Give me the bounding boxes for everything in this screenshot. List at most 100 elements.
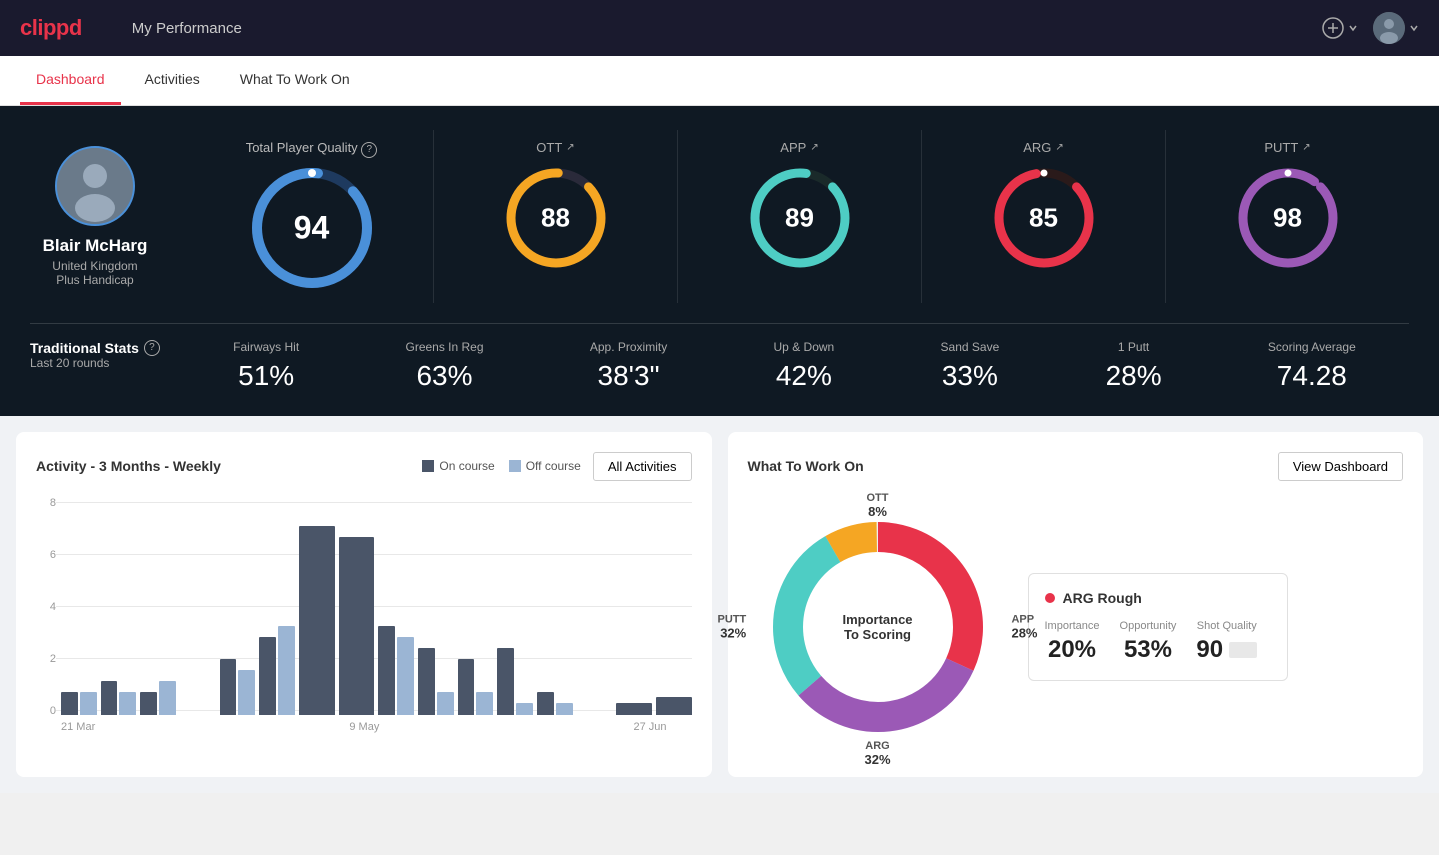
what-panel-title: What To Work On <box>748 458 864 474</box>
total-quality-gauge: 94 <box>247 163 377 293</box>
what-panel-header: What To Work On View Dashboard <box>748 452 1404 481</box>
detail-opportunity: Opportunity 53% <box>1120 620 1177 664</box>
scorecards: Total Player Quality ? 94 OTT ↗ <box>190 130 1409 303</box>
bar-on-course <box>497 648 514 715</box>
nav-tabs: Dashboard Activities What To Work On <box>0 56 1439 106</box>
player-info: Blair McHarg United Kingdom Plus Handica… <box>30 146 160 287</box>
arg-gauge: 85 <box>989 163 1099 273</box>
bar-off-course <box>238 670 255 714</box>
bar-off-course <box>80 692 97 714</box>
y-label-8: 8 <box>36 497 56 509</box>
ott-label: OTT ↗ <box>536 140 574 155</box>
scorecard-putt: PUTT ↗ 98 <box>1165 130 1409 303</box>
trad-label: Traditional Stats ? Last 20 rounds <box>30 340 160 370</box>
bar-on-course <box>418 648 435 715</box>
stat-1-putt: 1 Putt 28% <box>1106 340 1162 392</box>
bar-group-13 <box>577 713 613 715</box>
bar-group-6 <box>299 526 335 715</box>
y-label-6: 6 <box>36 549 56 561</box>
stat-label-3: Up & Down <box>774 340 835 354</box>
stat-value-0: 51% <box>238 360 294 392</box>
trend-up-icon-app: ↗ <box>810 142 818 153</box>
scorecard-arg: ARG ↗ 85 <box>921 130 1165 303</box>
trad-info-icon[interactable]: ? <box>144 340 160 356</box>
view-dashboard-button[interactable]: View Dashboard <box>1278 452 1403 481</box>
bar-off-course <box>556 703 573 714</box>
legend-off-course: Off course <box>509 459 581 473</box>
detail-shot-quality: Shot Quality 90 <box>1196 620 1257 664</box>
detail-shot-quality-label: Shot Quality <box>1197 620 1257 632</box>
bar-on-course <box>61 692 78 714</box>
app-label: APP ↗ <box>780 140 818 155</box>
donut-center-line1: Importance <box>842 612 912 627</box>
header-title: My Performance <box>132 20 242 37</box>
detail-importance: Importance 20% <box>1045 620 1100 664</box>
stat-label-0: Fairways Hit <box>233 340 299 354</box>
avatar <box>1373 12 1405 44</box>
bar-on-course <box>101 681 118 714</box>
y-label-0: 0 <box>36 705 56 717</box>
player-country: United Kingdom <box>52 259 137 273</box>
detail-importance-value: 20% <box>1048 636 1096 664</box>
tab-activities[interactable]: Activities <box>129 56 216 105</box>
bar-group-7 <box>339 537 375 715</box>
info-icon[interactable]: ? <box>361 142 377 158</box>
bar-group-3 <box>180 713 216 715</box>
detail-card-title: ARG Rough <box>1045 590 1271 606</box>
scorecard-total: Total Player Quality ? 94 <box>190 130 433 303</box>
tab-what-to-work-on[interactable]: What To Work On <box>224 56 366 105</box>
detail-card: ARG Rough Importance 20% Opportunity 53%… <box>1028 573 1288 681</box>
bar-on-course <box>220 659 237 715</box>
bar-on-course <box>616 703 652 714</box>
detail-dot <box>1045 593 1055 603</box>
player-avatar <box>55 146 135 226</box>
bar-group-11 <box>497 648 533 715</box>
stat-greens-in-reg: Greens In Reg 63% <box>405 340 483 392</box>
y-label-2: 2 <box>36 653 56 665</box>
total-quality-label: Total Player Quality ? <box>246 140 378 158</box>
stat-value-1: 63% <box>416 360 472 392</box>
bar-off-course <box>119 692 136 714</box>
stat-label-1: Greens In Reg <box>405 340 483 354</box>
app-value: 89 <box>785 203 814 234</box>
all-activities-button[interactable]: All Activities <box>593 452 692 481</box>
stat-fairways-hit: Fairways Hit 51% <box>233 340 299 392</box>
legend-on-course-dot <box>422 460 434 472</box>
stat-value-3: 42% <box>776 360 832 392</box>
bar-group-1 <box>101 681 137 714</box>
add-button[interactable] <box>1322 17 1358 39</box>
shot-quality-badge <box>1229 642 1257 658</box>
putt-value: 98 <box>1273 203 1302 234</box>
app-gauge: 89 <box>745 163 855 273</box>
trad-subtitle: Last 20 rounds <box>30 356 160 370</box>
user-chevron-icon <box>1409 23 1419 33</box>
bar-on-course <box>339 537 375 715</box>
bar-on-course <box>259 637 276 715</box>
bars-container <box>61 497 692 717</box>
bar-off-course <box>278 626 295 715</box>
donut-center-line2: To Scoring <box>842 627 912 642</box>
bar-group-9 <box>418 648 454 715</box>
scorecard-ott: OTT ↗ 88 <box>433 130 677 303</box>
bar-off-course <box>476 692 493 714</box>
plus-circle-icon <box>1322 17 1344 39</box>
bar-group-4 <box>220 659 256 715</box>
bar-off-course <box>516 703 533 714</box>
stat-app-proximity: App. Proximity 38'3" <box>590 340 667 392</box>
legend-off-course-dot <box>509 460 521 472</box>
stat-value-2: 38'3" <box>598 360 660 392</box>
donut-center: Importance To Scoring <box>842 612 912 642</box>
legend-on-course: On course <box>422 459 494 473</box>
stat-label-5: 1 Putt <box>1118 340 1149 354</box>
bar-on-course <box>656 697 692 715</box>
ott-value: 88 <box>541 203 570 234</box>
total-quality-value: 94 <box>294 209 330 246</box>
tab-dashboard[interactable]: Dashboard <box>20 56 121 105</box>
bottom-panels: Activity - 3 Months - Weekly On course O… <box>0 416 1439 793</box>
bar-group-8 <box>378 626 414 715</box>
stat-value-4: 33% <box>942 360 998 392</box>
bar-off-course <box>437 692 454 714</box>
user-menu-button[interactable] <box>1373 12 1419 44</box>
stat-up-and-down: Up & Down 42% <box>774 340 835 392</box>
logo: clippd <box>20 15 82 41</box>
